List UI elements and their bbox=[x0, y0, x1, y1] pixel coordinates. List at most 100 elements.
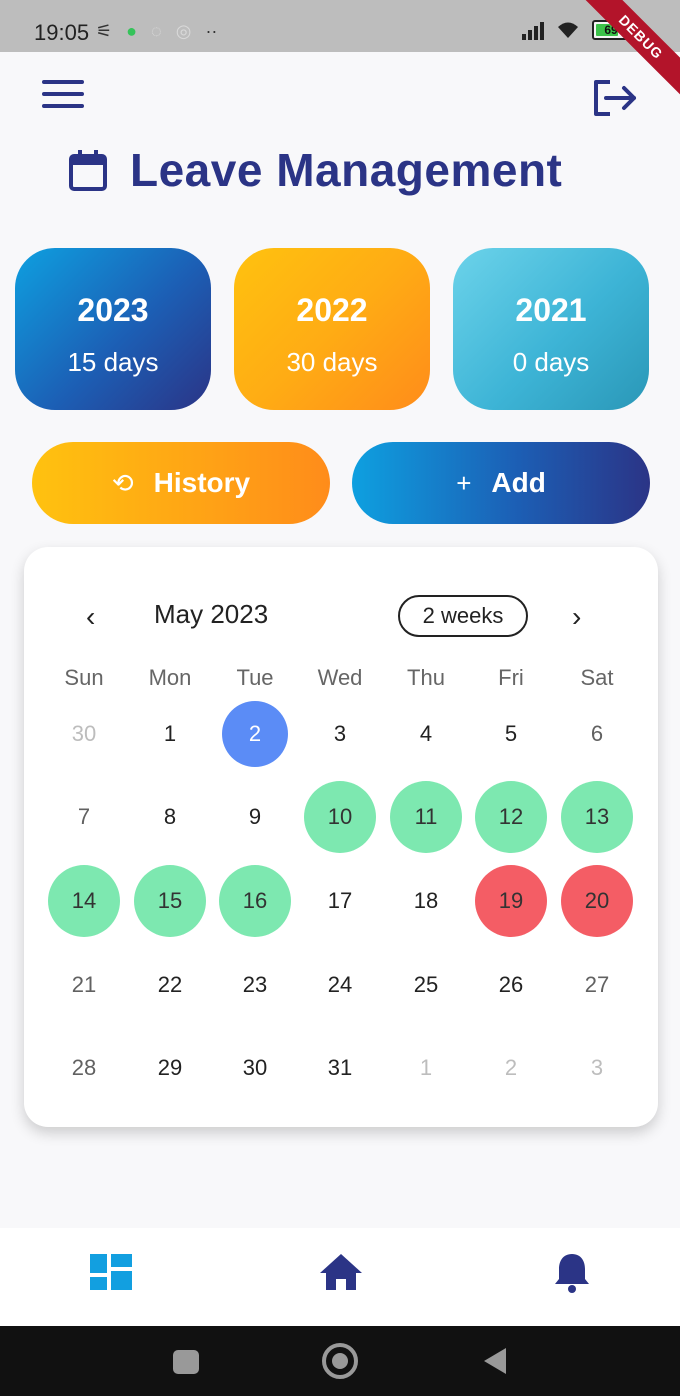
calendar-day[interactable]: 27 bbox=[554, 945, 640, 1025]
calendar-month-label: May 2023 bbox=[154, 599, 269, 629]
calendar-day[interactable]: 4 bbox=[383, 694, 469, 774]
year-card-year: 2022 bbox=[296, 292, 368, 328]
calendar-day-number: 6 bbox=[590, 721, 604, 746]
calendar-day-number: 2 bbox=[222, 701, 288, 767]
calendar-day-number: 31 bbox=[327, 1055, 353, 1080]
calendar-day[interactable]: 30 bbox=[41, 694, 127, 774]
chevron-right-icon[interactable]: › bbox=[572, 601, 581, 633]
calendar-day-number: 27 bbox=[584, 972, 610, 997]
calendar-day-number: 1 bbox=[419, 1055, 433, 1080]
calendar-day-number: 14 bbox=[48, 865, 120, 937]
home-icon[interactable] bbox=[318, 1252, 364, 1292]
calendar-day[interactable]: 20 bbox=[554, 861, 640, 941]
calendar-day-number: 26 bbox=[498, 972, 524, 997]
status-bar: 19:05 ⚟ ● ◌ ◎ ·· 69 DEBUG bbox=[0, 0, 680, 107]
history-icon: ⟲ bbox=[111, 468, 134, 498]
calendar-day[interactable]: 2 bbox=[468, 1028, 554, 1108]
calendar-day-number: 13 bbox=[561, 781, 633, 853]
calendar-day[interactable]: 6 bbox=[554, 694, 640, 774]
calendar-day[interactable]: 11 bbox=[383, 777, 469, 857]
logout-icon[interactable] bbox=[590, 76, 642, 120]
calendar-day-number: 16 bbox=[219, 865, 291, 937]
calendar-day-number: 9 bbox=[248, 804, 262, 829]
home-button[interactable] bbox=[322, 1343, 358, 1379]
calendar-day-number: 5 bbox=[504, 721, 518, 746]
year-card-days: 0 days bbox=[512, 347, 590, 377]
calendar-day[interactable]: 25 bbox=[383, 945, 469, 1025]
calendar-day[interactable]: 9 bbox=[212, 777, 298, 857]
calendar-day[interactable]: 17 bbox=[297, 861, 383, 941]
calendar-day[interactable]: 19 bbox=[468, 861, 554, 941]
calendar-day-number: 8 bbox=[163, 804, 177, 829]
history-button[interactable]: ⟲ History bbox=[32, 442, 330, 524]
calendar-day[interactable]: 28 bbox=[41, 1028, 127, 1108]
calendar-day[interactable]: 5 bbox=[468, 694, 554, 774]
calendar-day[interactable]: 2 bbox=[212, 694, 298, 774]
weekday-label: Fri bbox=[498, 665, 524, 690]
calendar-day-number: 30 bbox=[242, 1055, 268, 1080]
calendar-day[interactable]: 14 bbox=[41, 861, 127, 941]
calendar-day[interactable]: 26 bbox=[468, 945, 554, 1025]
year-card-days: 30 days bbox=[286, 347, 378, 377]
notification-icons: ⚟ ● ◌ ◎ ·· bbox=[96, 18, 217, 44]
calendar-day-number: 4 bbox=[419, 721, 433, 746]
calendar-day-number: 23 bbox=[242, 972, 268, 997]
year-card-2021[interactable]: 2021 0 days bbox=[453, 248, 649, 410]
weekday-label: Sun bbox=[64, 665, 104, 690]
calendar-day[interactable]: 12 bbox=[468, 777, 554, 857]
calendar-day[interactable]: 29 bbox=[127, 1028, 213, 1108]
weekday-label: Thu bbox=[407, 665, 445, 690]
calendar-day[interactable]: 16 bbox=[212, 861, 298, 941]
calendar-format-button[interactable]: 2 weeks bbox=[398, 595, 528, 637]
do-not-disturb-icon: ⚟ bbox=[96, 21, 113, 41]
calendar-day-number: 3 bbox=[333, 721, 347, 746]
download-icon: ◎ bbox=[175, 21, 192, 41]
calendar-day[interactable]: 3 bbox=[554, 1028, 640, 1108]
chevron-left-icon[interactable]: ‹ bbox=[86, 601, 95, 633]
weekday-label: Wed bbox=[317, 665, 363, 690]
calendar-day[interactable]: 8 bbox=[127, 777, 213, 857]
cell-signal-icon bbox=[522, 20, 544, 40]
calendar-day[interactable]: 1 bbox=[383, 1028, 469, 1108]
calendar-day-number: 19 bbox=[475, 865, 547, 937]
calendar-day[interactable]: 7 bbox=[41, 777, 127, 857]
calendar-day[interactable]: 15 bbox=[127, 861, 213, 941]
calendar: ‹ May 2023 2 weeks › Sun Mon Tue Wed Thu Fri S… bbox=[24, 547, 658, 1127]
calendar-day-number: 28 bbox=[71, 1055, 97, 1080]
calendar-day-number: 29 bbox=[157, 1055, 183, 1080]
calendar-day[interactable]: 13 bbox=[554, 777, 640, 857]
calendar-day[interactable]: 21 bbox=[41, 945, 127, 1025]
calendar-day[interactable]: 1 bbox=[127, 694, 213, 774]
back-button[interactable] bbox=[484, 1348, 506, 1374]
calendar-day-number: 20 bbox=[561, 865, 633, 937]
calendar-day[interactable]: 3 bbox=[297, 694, 383, 774]
calendar-day-number: 18 bbox=[413, 888, 439, 913]
add-button[interactable]: + Add bbox=[352, 442, 650, 524]
calendar-day[interactable]: 23 bbox=[212, 945, 298, 1025]
calendar-day[interactable]: 10 bbox=[297, 777, 383, 857]
calendar-day[interactable]: 31 bbox=[297, 1028, 383, 1108]
bell-icon[interactable] bbox=[552, 1250, 592, 1294]
calendar-day-number: 22 bbox=[157, 972, 183, 997]
dashboard-icon[interactable] bbox=[90, 1254, 132, 1290]
year-card-2023[interactable]: 2023 15 days bbox=[15, 248, 211, 410]
calendar-day[interactable]: 24 bbox=[297, 945, 383, 1025]
calendar-day-number: 25 bbox=[413, 972, 439, 997]
plus-icon: + bbox=[456, 468, 472, 498]
calendar-day-number: 7 bbox=[77, 804, 91, 829]
calendar-icon bbox=[69, 150, 107, 191]
year-card-days: 15 days bbox=[67, 347, 159, 377]
weekday-label: Tue bbox=[236, 665, 274, 690]
weekday-label: Sat bbox=[580, 665, 614, 690]
calendar-day[interactable]: 18 bbox=[383, 861, 469, 941]
calendar-day-number: 3 bbox=[590, 1055, 604, 1080]
recents-button[interactable] bbox=[173, 1350, 199, 1374]
system-nav-bar bbox=[0, 1326, 680, 1396]
menu-icon[interactable] bbox=[42, 80, 86, 114]
year-card-2022[interactable]: 2022 30 days bbox=[234, 248, 430, 410]
add-button-label: Add bbox=[491, 467, 546, 498]
calendar-day[interactable]: 22 bbox=[127, 945, 213, 1025]
calendar-day-number: 21 bbox=[71, 972, 97, 997]
page-header: Leave Management bbox=[68, 142, 562, 198]
calendar-day[interactable]: 30 bbox=[212, 1028, 298, 1108]
